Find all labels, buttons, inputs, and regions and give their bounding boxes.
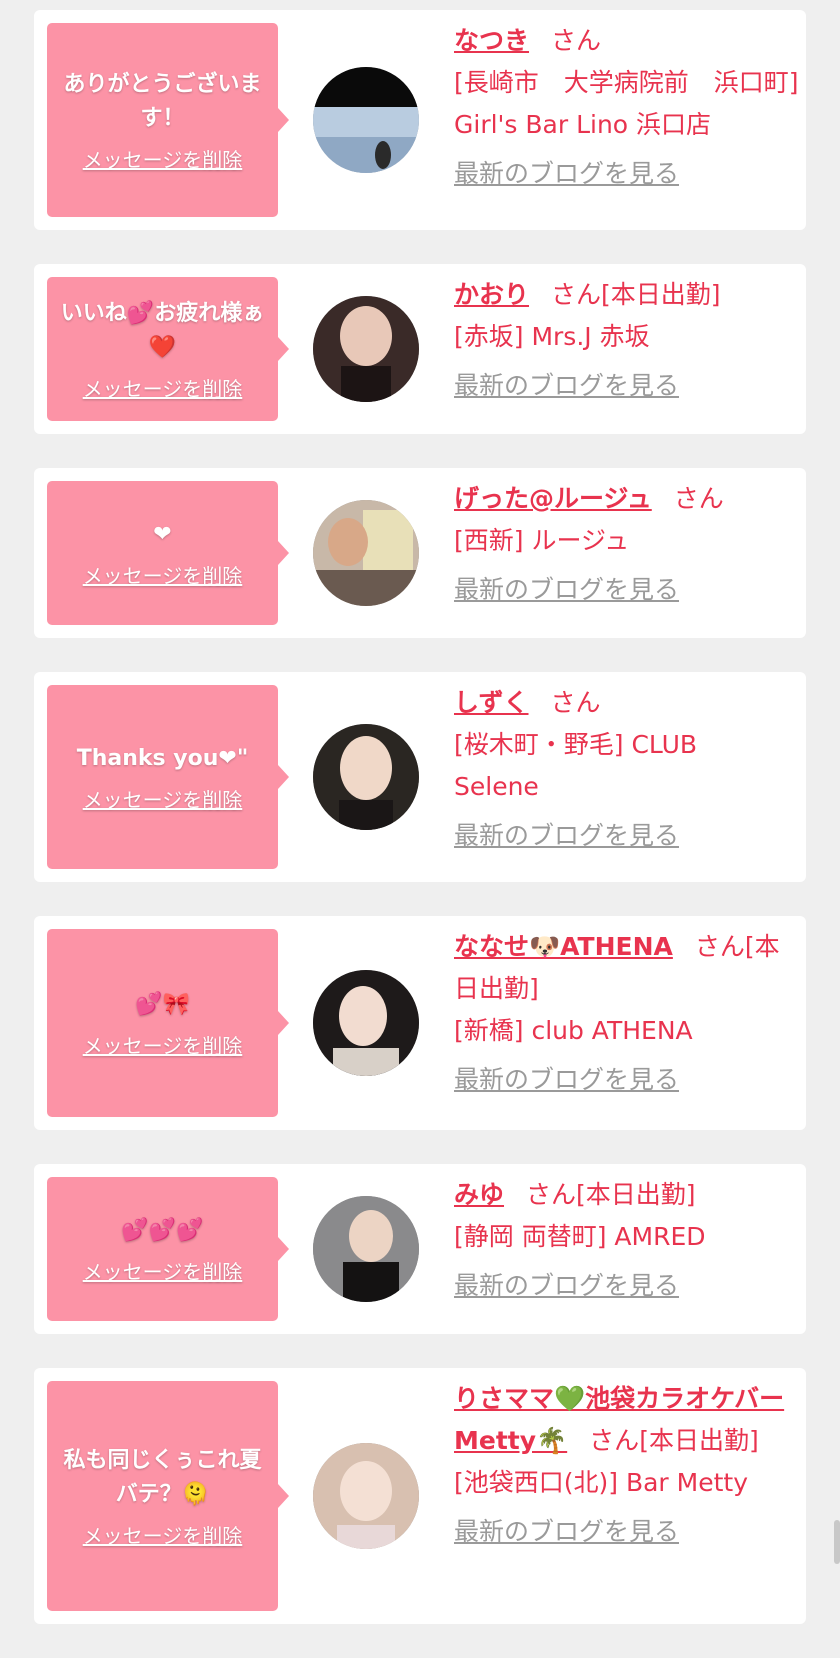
avatar[interactable]	[313, 970, 419, 1076]
scrollbar-thumb[interactable]	[834, 1520, 840, 1564]
card-info: なつき さん [長崎市 大学病院前 浜口町] Girl's Bar Lino 浜口…	[454, 20, 800, 192]
delete-message-link[interactable]: メッセージを削除	[83, 144, 243, 173]
avatar-photo	[313, 296, 419, 402]
message-bubble: 私も同じくぅこれ夏バテ？🫠 メッセージを削除	[47, 1381, 289, 1611]
message-card: ❤ メッセージを削除 げった@ルージュ さん [西新] ルージュ 最新のブログを見…	[34, 468, 806, 638]
user-name-link[interactable]: かおり	[454, 280, 529, 309]
message-bubble: いいね💕お疲れ様ぁ❤️ メッセージを削除	[47, 277, 289, 421]
delete-message-link[interactable]: メッセージを削除	[83, 784, 243, 813]
user-name-link[interactable]: しずく	[454, 688, 529, 717]
avatar-photo	[313, 500, 419, 606]
user-name-link[interactable]: げった@ルージュ	[454, 484, 652, 513]
status-label: [本日出勤]	[576, 1180, 696, 1209]
location-text: [池袋西口(北)] Bar Metty	[454, 1468, 749, 1497]
card-info: りさママ💚池袋カラオケバーMetty🌴 さん[本日出勤] [池袋西口(北)] Ba…	[454, 1378, 800, 1550]
message-bubble: 💕💕💕 メッセージを削除	[47, 1177, 289, 1321]
message-card: いいね💕お疲れ様ぁ❤️ メッセージを削除 かおり さん[本日出勤] [赤坂] Mr…	[34, 264, 806, 434]
message-text: ❤	[153, 521, 172, 547]
avatar[interactable]	[313, 724, 419, 830]
latest-blog-link[interactable]: 最新のブログを見る	[454, 1514, 679, 1550]
status-label: [本日出勤]	[601, 280, 721, 309]
location-text: [桜木町・野毛] CLUB Selene	[454, 730, 698, 801]
delete-message-link[interactable]: メッセージを削除	[83, 1030, 243, 1059]
latest-blog-link[interactable]: 最新のブログを見る	[454, 368, 679, 404]
location-text: [長崎市 大学病院前 浜口町] Girl's Bar Lino 浜口店	[454, 68, 799, 139]
honorific: さん	[551, 280, 602, 309]
honorific: さん	[694, 932, 745, 961]
card-info: みゆ さん[本日出勤] [静岡 両替町] AMRED 最新のブログを見る	[454, 1174, 800, 1304]
message-bubble: 💕🎀 メッセージを削除	[47, 929, 289, 1117]
name-line: しずく さん	[454, 682, 800, 724]
message-bubble: ❤ メッセージを削除	[47, 481, 289, 625]
location-text: [西新] ルージュ	[454, 526, 630, 555]
avatar-photo	[313, 724, 419, 830]
card-info: げった@ルージュ さん [西新] ルージュ 最新のブログを見る	[454, 478, 800, 608]
delete-message-link[interactable]: メッセージを削除	[83, 1520, 243, 1549]
avatar-photo	[313, 1196, 419, 1302]
message-text: 私も同じくぅこれ夏バテ？🫠	[63, 1447, 262, 1507]
user-name-link[interactable]: みゆ	[454, 1180, 504, 1209]
avatar[interactable]	[313, 500, 419, 606]
message-card: ありがとうございます！ メッセージを削除 なつき さん [長崎市 大学病院前 浜口…	[34, 10, 806, 230]
message-card: Thanks you❤" メッセージを削除 しずく さん [桜木町・野毛] CLU…	[34, 672, 806, 882]
avatar-photo	[313, 67, 419, 173]
avatar-photo	[313, 1443, 419, 1549]
location-text: [静岡 両替町] AMRED	[454, 1222, 706, 1251]
latest-blog-link[interactable]: 最新のブログを見る	[454, 1062, 679, 1098]
honorific: さん	[550, 688, 601, 717]
delete-message-link[interactable]: メッセージを削除	[83, 1256, 243, 1285]
message-text: 💕💕💕	[121, 1217, 204, 1243]
user-name-link[interactable]: ななせ🐶ATHENA	[454, 932, 673, 961]
message-card: 💕🎀 メッセージを削除 ななせ🐶ATHENA さん[本日出勤] [新橋] club…	[34, 916, 806, 1130]
user-name-link[interactable]: なつき	[454, 26, 529, 55]
message-text: 💕🎀	[135, 991, 190, 1017]
card-info: かおり さん[本日出勤] [赤坂] Mrs.J 赤坂 最新のブログを見る	[454, 274, 800, 404]
name-line: ななせ🐶ATHENA さん[本日出勤]	[454, 926, 800, 1010]
latest-blog-link[interactable]: 最新のブログを見る	[454, 156, 679, 192]
honorific: さん	[589, 1426, 640, 1455]
card-info: しずく さん [桜木町・野毛] CLUB Selene 最新のブログを見る	[454, 682, 800, 854]
honorific: さん	[673, 484, 724, 513]
delete-message-link[interactable]: メッセージを削除	[83, 560, 243, 589]
message-card: 💕💕💕 メッセージを削除 みゆ さん[本日出勤] [静岡 両替町] AMRED 最…	[34, 1164, 806, 1334]
card-info: ななせ🐶ATHENA さん[本日出勤] [新橋] club ATHENA 最新のブ…	[454, 926, 800, 1098]
avatar[interactable]	[313, 67, 419, 173]
name-line: みゆ さん[本日出勤]	[454, 1174, 800, 1216]
message-card: 私も同じくぅこれ夏バテ？🫠 メッセージを削除 りさママ💚池袋カラオケバーMett…	[34, 1368, 806, 1624]
message-text: Thanks you❤"	[76, 745, 249, 771]
status-label: [本日出勤]	[639, 1426, 759, 1455]
avatar[interactable]	[313, 296, 419, 402]
delete-message-link[interactable]: メッセージを削除	[83, 373, 243, 402]
message-bubble: ありがとうございます！ メッセージを削除	[47, 23, 289, 217]
name-line: げった@ルージュ さん	[454, 478, 800, 520]
location-text: [新橋] club ATHENA	[454, 1016, 693, 1045]
location-text: [赤坂] Mrs.J 赤坂	[454, 322, 650, 351]
avatar[interactable]	[313, 1196, 419, 1302]
honorific: さん	[526, 1180, 577, 1209]
latest-blog-link[interactable]: 最新のブログを見る	[454, 1268, 679, 1304]
message-text: いいね💕お疲れ様ぁ❤️	[60, 300, 265, 360]
avatar[interactable]	[313, 1443, 419, 1549]
latest-blog-link[interactable]: 最新のブログを見る	[454, 572, 679, 608]
message-list: ありがとうございます！ メッセージを削除 なつき さん [長崎市 大学病院前 浜口…	[34, 10, 806, 1658]
latest-blog-link[interactable]: 最新のブログを見る	[454, 818, 679, 854]
message-text: ありがとうございます！	[63, 71, 262, 131]
name-line: かおり さん[本日出勤]	[454, 274, 800, 316]
name-line: りさママ💚池袋カラオケバーMetty🌴 さん[本日出勤]	[454, 1378, 800, 1462]
name-line: なつき さん	[454, 20, 800, 62]
avatar-photo	[313, 970, 419, 1076]
honorific: さん	[551, 26, 602, 55]
message-bubble: Thanks you❤" メッセージを削除	[47, 685, 289, 869]
